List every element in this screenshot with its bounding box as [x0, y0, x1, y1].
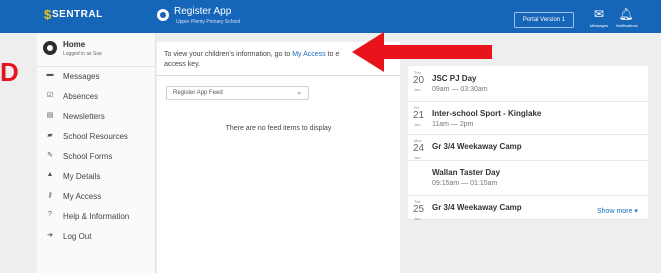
envelope-icon: ▬ [46, 71, 54, 78]
event-item[interactable]: Thu 20 Jun JSC PJ Day 09am — 03:30am [408, 68, 648, 102]
mail-icon: ✉ [593, 7, 605, 21]
notice-text-line2: access key. [164, 61, 201, 68]
event-month: Jun [414, 155, 421, 160]
event-time: 11am — 2pm [432, 121, 474, 128]
event-title: Wallan Taster Day [432, 168, 501, 177]
home-icon [43, 41, 57, 55]
messages-button[interactable]: ✉ Messages [589, 8, 609, 28]
sidebar-item-help-information[interactable]: ? Help & Information [37, 208, 156, 226]
feed-select[interactable]: Register App Feed ⌄ [166, 86, 309, 100]
sidebar-item-label: Newsletters [63, 112, 105, 121]
main-panel: To view your children's information, go … [157, 42, 400, 273]
sidebar-item-newsletters[interactable]: ▤ Newsletters [37, 108, 156, 126]
event-day: 24 [413, 143, 425, 154]
event-month: Jun [414, 122, 421, 127]
event-day: 20 [413, 75, 425, 86]
logout-icon: ➜ [47, 232, 53, 239]
sidebar: Home Logged in as Sue ▬ Messages ☑ Absences… [37, 33, 156, 273]
question-icon: ? [48, 211, 52, 218]
app-title: Register App [174, 6, 232, 17]
event-time: 09:15am — 01:15am [432, 180, 498, 187]
bell-icon: 🔔︎ [618, 7, 634, 21]
notice-text-tail: to e [325, 51, 340, 58]
sidebar-item-messages[interactable]: ▬ Messages [37, 68, 156, 86]
sidebar-item-school-resources[interactable]: ▰ School Resources [37, 128, 156, 146]
sidebar-item-school-forms[interactable]: ✎ School Forms [37, 148, 156, 166]
top-bar: $ SENTRAL Register App Upper Plenty Prim… [0, 0, 661, 33]
feed-select-value: Register App Feed [173, 90, 223, 96]
form-icon: ✎ [47, 152, 53, 159]
my-access-link[interactable]: My Access [292, 51, 325, 58]
sidebar-item-label: Absences [63, 92, 99, 101]
sidebar-item-absences[interactable]: ☑ Absences [37, 88, 156, 106]
event-title: Gr 3/4 Weekaway Camp [432, 142, 522, 151]
portal-version-button[interactable]: Portal Version 1 [514, 12, 574, 28]
newspaper-icon: ▤ [46, 112, 54, 119]
register-app-icon [157, 9, 169, 21]
event-month: Jun [414, 87, 421, 92]
sidebar-item-my-details[interactable]: ▲ My Details [37, 168, 156, 186]
event-month: Jun [414, 216, 421, 221]
sentral-logo-icon: $ [44, 7, 52, 22]
sidebar-item-label: My Details [63, 172, 101, 181]
event-title: Inter-school Sport - Kinglake [432, 109, 542, 118]
event-title: JSC PJ Day [432, 74, 477, 83]
folder-icon: ▰ [47, 132, 53, 139]
chevron-down-icon: ⌄ [296, 89, 302, 96]
key-icon: ⚷ [47, 192, 53, 199]
event-item[interactable]: Fri 21 Jun Inter-school Sport - Kinglake 11a… [408, 103, 648, 135]
school-name: Upper Plenty Primary School [176, 19, 241, 25]
event-day: 21 [413, 110, 425, 121]
sidebar-item-label: Help & Information [63, 212, 130, 221]
brand-name[interactable]: SENTRAL [52, 9, 103, 20]
sidebar-item-label: Home [63, 40, 86, 49]
sidebar-item-label: Messages [63, 72, 100, 81]
user-icon: ▲ [46, 171, 54, 178]
notifications-button[interactable]: 🔔︎ Notifications [616, 7, 638, 28]
logged-in-user: Logged in as Sue [63, 51, 102, 57]
sidebar-item-label: School Forms [63, 152, 113, 161]
sidebar-item-label: My Access [63, 192, 102, 201]
check-icon: ☑ [46, 92, 54, 99]
sidebar-item-log-out[interactable]: ➜ Log Out [37, 228, 156, 246]
empty-feed-message: There are no feed items to display [225, 125, 332, 132]
notice-text: To view your children's information, go … [164, 51, 293, 58]
show-more-label: Show more [597, 208, 633, 215]
event-item[interactable]: Mon 24 Jun Gr 3/4 Weekaway Camp [408, 136, 648, 161]
events-panel: Thu 20 Jun JSC PJ Day 09am — 03:30am Fri 21 Jun… [408, 66, 648, 221]
messages-label: Messages [589, 23, 609, 28]
notifications-label: Notifications [616, 23, 638, 28]
event-item[interactable]: Wallan Taster Day 09:15am — 01:15am [408, 162, 648, 196]
sidebar-item-label: School Resources [63, 132, 128, 141]
event-title: Gr 3/4 Weekaway Camp [432, 203, 522, 212]
show-more-link[interactable]: Show more ▾ [597, 207, 638, 215]
event-day: 25 [413, 204, 425, 215]
sidebar-item-label: Log Out [63, 232, 92, 241]
event-time: 09am — 03:30am [432, 86, 488, 93]
divider [157, 75, 400, 76]
annotation-letter: D [0, 58, 19, 86]
sidebar-item-home[interactable]: Home Logged in as Sue [37, 33, 156, 67]
sidebar-item-my-access[interactable]: ⚷ My Access [37, 188, 156, 206]
